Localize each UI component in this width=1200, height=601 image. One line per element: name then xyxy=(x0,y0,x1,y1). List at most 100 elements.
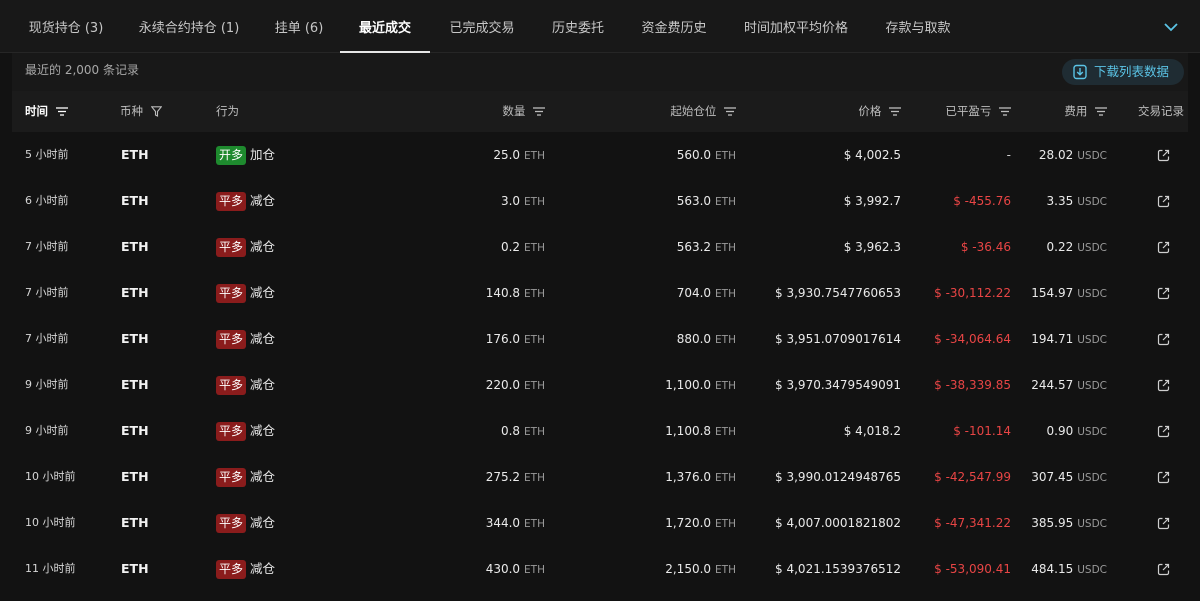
direction-badge: 平多 xyxy=(216,330,247,349)
trade-time: 7 小时前 xyxy=(25,332,69,345)
trade-coin[interactable]: ETH xyxy=(121,178,149,224)
tab-open-orders[interactable]: 挂单 (6) xyxy=(266,0,332,53)
trade-quantity: 275.2 ETH xyxy=(486,454,545,500)
sort-icon xyxy=(889,107,901,116)
tab-recent-trades[interactable]: 最近成交 xyxy=(340,0,430,53)
tab-completed-trades[interactable]: 已完成交易 xyxy=(440,0,524,53)
closed-pnl: $ -34,064.64 xyxy=(934,332,1011,346)
start-position: 704.0 ETH xyxy=(677,270,736,316)
direction-badge: 平多 xyxy=(216,560,247,579)
col-closed-pnl[interactable]: 已平盈亏 xyxy=(945,91,1011,132)
sort-icon xyxy=(533,107,545,116)
trade-action: 平多 减仓 xyxy=(216,224,275,270)
trade-fee: 154.97 USDC xyxy=(1031,270,1107,316)
external-link-icon[interactable] xyxy=(1157,379,1170,392)
table-row: 7 小时前 ETH 平多 减仓 0.2 ETH 563.2 ETH $ 3,962.3… xyxy=(12,224,1188,270)
fee-unit: USDC xyxy=(1077,334,1107,346)
start-position: 880.0 ETH xyxy=(677,316,736,362)
tab-twap[interactable]: 时间加权平均价格 xyxy=(734,0,858,53)
quantity-unit: ETH xyxy=(524,426,545,438)
col-time[interactable]: 时间 xyxy=(25,91,69,132)
trade-coin[interactable]: ETH xyxy=(121,546,149,592)
external-link-icon[interactable] xyxy=(1157,333,1170,346)
trade-coin[interactable]: ETH xyxy=(121,362,149,408)
external-link-icon[interactable] xyxy=(1157,563,1170,576)
start-position: 2,150.0 ETH xyxy=(665,546,736,592)
fee-value: 307.45 xyxy=(1031,470,1074,484)
quantity-value: 140.8 xyxy=(485,286,521,300)
trade-action: 平多 减仓 xyxy=(216,454,275,500)
start-position-unit: ETH xyxy=(715,334,736,346)
start-position-unit: ETH xyxy=(715,150,736,162)
trade-coin[interactable]: ETH xyxy=(121,500,149,546)
trade-fee: 385.95 USDC xyxy=(1031,500,1107,546)
table-row: 7 小时前 ETH 平多 减仓 176.0 ETH 880.0 ETH $ 3,951… xyxy=(12,316,1188,362)
trade-time: 5 小时前 xyxy=(25,148,69,161)
trade-coin[interactable]: ETH xyxy=(121,224,149,270)
table-row: 11 小时前 ETH 平多 减仓 430.0 ETH 2,150.0 ETH $ 4,… xyxy=(12,546,1188,592)
quantity-value: 0.2 xyxy=(500,240,521,254)
sort-icon xyxy=(1095,107,1107,116)
start-position-unit: ETH xyxy=(715,426,736,438)
trade-fee: 194.71 USDC xyxy=(1031,316,1107,362)
fee-unit: USDC xyxy=(1077,380,1107,392)
quantity-unit: ETH xyxy=(524,518,545,530)
trade-time: 9 小时前 xyxy=(25,378,69,391)
trade-action: 平多 减仓 xyxy=(216,178,275,224)
chevron-down-icon[interactable] xyxy=(1164,22,1178,32)
fee-unit: USDC xyxy=(1077,150,1107,162)
fee-value: 194.71 xyxy=(1031,332,1074,346)
table-row: 10 小时前 ETH 平多 减仓 344.0 ETH 1,720.0 ETH $ 4,… xyxy=(12,500,1188,546)
closed-pnl: $ -53,090.41 xyxy=(934,562,1011,576)
col-qty[interactable]: 数量 xyxy=(502,91,545,132)
trade-fee: 0.22 USDC xyxy=(1047,224,1108,270)
external-link-icon[interactable] xyxy=(1157,241,1170,254)
external-link-icon[interactable] xyxy=(1157,287,1170,300)
trade-time: 10 小时前 xyxy=(25,470,76,483)
trade-action: 平多 减仓 xyxy=(216,408,275,454)
start-position-value: 560.0 xyxy=(676,148,712,162)
trade-price: $ 4,002.5 xyxy=(843,148,901,162)
table-row: 9 小时前 ETH 平多 减仓 0.8 ETH 1,100.8 ETH $ 4,018… xyxy=(12,408,1188,454)
tab-deposits-withdrawals[interactable]: 存款与取款 xyxy=(876,0,960,53)
trade-coin[interactable]: ETH xyxy=(121,454,149,500)
trade-price: $ 3,990.0124948765 xyxy=(775,470,901,484)
col-coin[interactable]: 币种 xyxy=(120,91,162,132)
external-link-icon[interactable] xyxy=(1157,517,1170,530)
trade-time: 6 小时前 xyxy=(25,194,69,207)
fee-unit: USDC xyxy=(1077,426,1107,438)
action-label: 减仓 xyxy=(250,193,276,208)
direction-badge: 平多 xyxy=(216,284,247,303)
fee-value: 484.15 xyxy=(1031,562,1074,576)
subheader: 最近的 2,000 条记录 下载列表数据 xyxy=(12,53,1188,91)
start-position-unit: ETH xyxy=(715,472,736,484)
tab-order-history[interactable]: 历史委托 xyxy=(540,0,616,53)
col-price[interactable]: 价格 xyxy=(858,91,901,132)
tab-spot-holdings[interactable]: 现货持仓 (3) xyxy=(18,0,114,53)
col-start-position[interactable]: 起始仓位 xyxy=(670,91,736,132)
trade-coin[interactable]: ETH xyxy=(121,408,149,454)
external-link-icon[interactable] xyxy=(1157,195,1170,208)
closed-pnl: $ -42,547.99 xyxy=(934,470,1011,484)
table-header: 时间 币种 行为 数量 起始仓位 价格 已平盈亏 费用 交易记录 xyxy=(12,91,1188,132)
tab-perp-positions[interactable]: 永续合约持仓 (1) xyxy=(131,0,247,53)
external-link-icon[interactable] xyxy=(1157,425,1170,438)
closed-pnl: $ -455.76 xyxy=(953,194,1011,208)
trade-time: 9 小时前 xyxy=(25,424,69,437)
download-list-button[interactable]: 下载列表数据 xyxy=(1062,59,1184,85)
action-label: 减仓 xyxy=(250,469,276,484)
quantity-value: 0.8 xyxy=(500,424,521,438)
col-fee[interactable]: 费用 xyxy=(1064,91,1107,132)
trade-action: 平多 减仓 xyxy=(216,546,275,592)
trade-coin[interactable]: ETH xyxy=(121,270,149,316)
trade-action: 开多 加仓 xyxy=(216,132,275,178)
download-icon xyxy=(1073,64,1087,80)
trade-action: 平多 减仓 xyxy=(216,500,275,546)
trade-coin[interactable]: ETH xyxy=(121,132,149,178)
tab-bar: 现货持仓 (3) 永续合约持仓 (1) 挂单 (6) 最近成交 已完成交易 历史… xyxy=(0,0,1200,53)
col-time-label: 时间 xyxy=(25,104,48,118)
external-link-icon[interactable] xyxy=(1157,471,1170,484)
tab-funding-history[interactable]: 资金费历史 xyxy=(632,0,716,53)
external-link-icon[interactable] xyxy=(1157,149,1170,162)
trade-coin[interactable]: ETH xyxy=(121,316,149,362)
